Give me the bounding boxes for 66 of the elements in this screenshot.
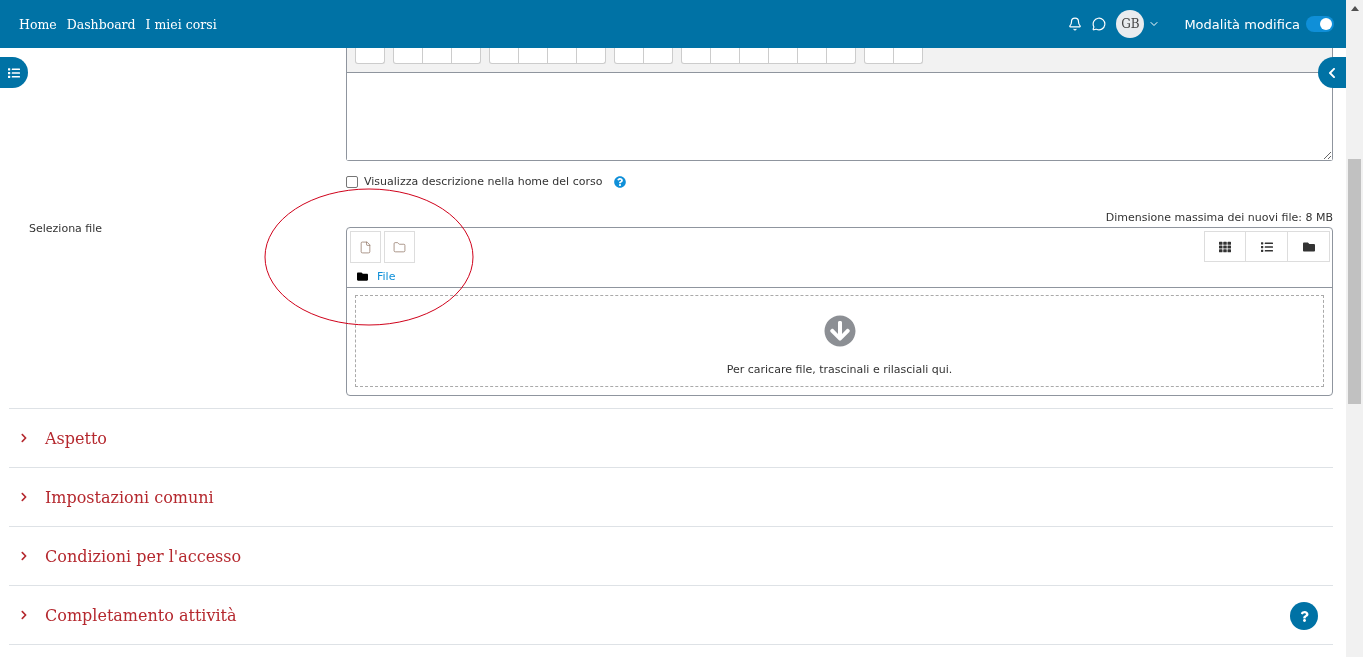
toolbar-button[interactable] [769,48,798,64]
toolbar-button[interactable] [864,48,894,64]
chevron-icon [19,433,29,443]
section-header[interactable]: Impostazioni comuni [9,467,1333,526]
toolbar-button[interactable] [740,48,769,64]
section-title[interactable]: Impostazioni comuni [45,487,214,507]
max-size-text: Dimensione massima dei nuovi file: 8 MB [1105,211,1333,224]
section-header[interactable]: Aspetto [9,408,1333,467]
nav-link[interactable]: Dashboard [66,16,136,32]
toolbar-button[interactable] [355,48,385,64]
folder-icon [393,240,406,254]
list-view-button[interactable] [1246,231,1288,262]
checkbox[interactable] [346,175,358,188]
nav-link[interactable]: I miei corsi [145,16,217,32]
create-folder-button[interactable] [384,231,415,263]
toolbar-button[interactable] [452,48,481,64]
add-file-button[interactable] [350,231,381,263]
chevron-icon [19,610,29,620]
section-title[interactable]: Aspetto [45,428,107,448]
toolbar-button[interactable] [644,48,673,64]
nav-link[interactable]: Home [19,16,57,32]
folder-icon [1302,240,1315,253]
help-button[interactable] [1290,602,1318,630]
file-icon [359,240,372,254]
toolbar-button[interactable] [614,48,644,64]
section-header[interactable]: Condizioni per l'accesso [9,526,1333,585]
toolbar-button[interactable] [827,48,856,64]
edit-mode-label: Modalità modifica [1184,16,1300,32]
toolbar-button[interactable] [711,48,740,64]
grid-icon [1219,240,1231,253]
toolbar-button[interactable] [519,48,548,64]
toolbar-button[interactable] [489,48,519,64]
drop-zone[interactable]: Per caricare file, trascinali e rilasciali qui. [355,295,1324,387]
help-icon[interactable] [614,175,627,188]
edit-mode-switch[interactable] [1306,16,1334,32]
toolbar-button[interactable] [423,48,452,64]
download-icon [823,314,856,347]
section-header[interactable]: Completamento attività [9,585,1333,645]
notifications-icon[interactable] [1068,17,1083,31]
open-drawer-button[interactable] [0,57,28,88]
checkbox-label: Visualizza descrizione nella home del corso [364,175,603,188]
toolbar-button[interactable] [894,48,923,64]
toolbar-button[interactable] [393,48,423,64]
section-title[interactable]: Completamento attività [45,605,237,625]
toolbar-button[interactable] [577,48,606,64]
user-avatar[interactable]: GB [1116,10,1145,38]
question-icon [1298,610,1310,622]
scroll-up-icon[interactable] [1350,6,1359,11]
drop-zone-text: Per caricare file, trascinali e rilasciali qui. [726,362,953,376]
folder-icon [357,270,368,282]
tree-view-button[interactable] [1288,231,1330,262]
messages-icon[interactable] [1092,17,1107,31]
list-icon [1260,240,1273,253]
list-icon [8,66,20,79]
path-link[interactable]: File [377,269,396,283]
field-label: Seleziona file [29,222,103,235]
toolbar-button[interactable] [798,48,827,64]
chevron-icon [19,492,29,502]
chevron-icon [19,551,29,561]
section-title[interactable]: Condizioni per l'accesso [45,546,242,566]
grid-view-button[interactable] [1204,231,1246,262]
scrollbar[interactable] [1346,0,1363,657]
text-editor[interactable] [346,48,1333,161]
toolbar-button[interactable] [548,48,577,64]
chevron-left-icon [1326,66,1338,79]
toolbar-button[interactable] [681,48,711,64]
